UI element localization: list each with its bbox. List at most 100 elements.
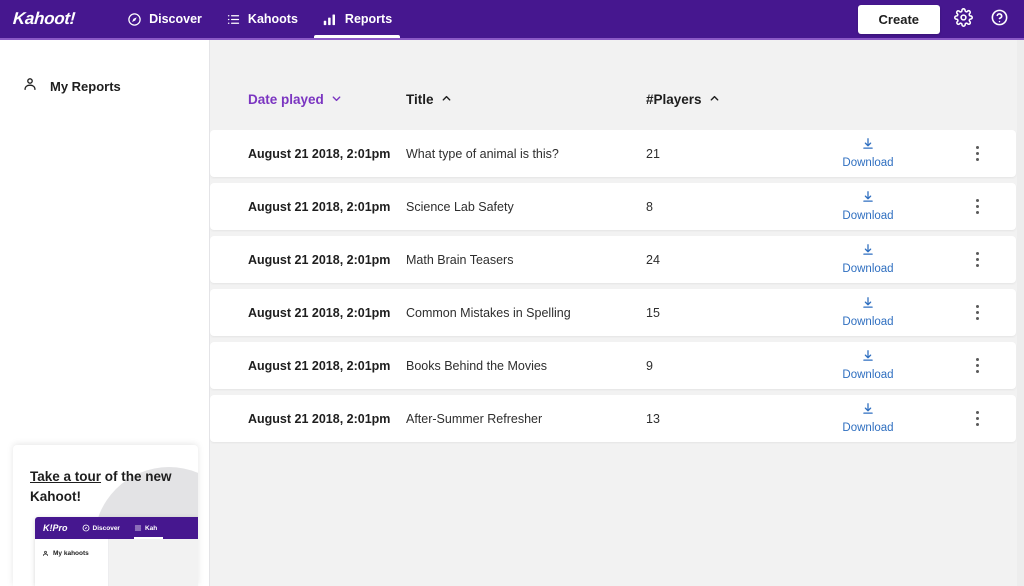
nav-item-discover-label: Discover [149,12,202,26]
table-body: August 21 2018, 2:01pm What type of anima… [210,130,1024,442]
row-menu-button[interactable] [966,299,989,326]
table-row[interactable]: August 21 2018, 2:01pm After-Summer Refre… [210,395,1016,442]
download-report-label: Download [842,315,894,328]
preview-nav-discover: Discover [82,517,120,539]
row-menu-button[interactable] [966,246,989,273]
list-icon [226,12,241,27]
take-a-tour-promo-card[interactable]: Take a tour of the new Kahoot! K!Pro Dis… [13,445,198,586]
promo-preview-screenshot: K!Pro Discover Kah My kahoots [35,517,198,586]
download-report-label: Download [842,262,894,275]
promo-headline: Take a tour of the new Kahoot! [13,445,198,506]
bar-chart-icon [322,12,338,27]
column-header-players[interactable]: #Players [646,92,798,107]
row-menu-button[interactable] [966,405,989,432]
download-icon [861,296,875,315]
nav-item-kahoots[interactable]: Kahoots [214,0,310,38]
chevron-up-icon [709,92,720,107]
column-header-title-cell: Title [406,92,646,107]
preview-main-area [109,539,198,586]
download-report-link[interactable]: Download [842,402,894,436]
download-icon [861,402,875,421]
preview-sidebar: My kahoots [35,539,109,586]
kebab-menu-icon [975,317,979,320]
person-icon [22,76,38,97]
main-content: Date played Title #Players August 21 201… [210,40,1024,586]
report-title: Science Lab Safety [406,199,514,214]
kebab-menu-icon [975,417,979,420]
kebab-menu-icon [975,146,979,149]
reports-table: Date played Title #Players August 21 201… [210,40,1024,442]
person-icon [42,550,49,556]
column-header-date-played-label: Date played [248,91,324,107]
kebab-menu-icon [975,205,979,208]
kebab-menu-icon [975,311,979,314]
column-header-title[interactable]: Title [406,92,646,107]
settings-button[interactable] [950,6,976,32]
report-player-count: 15 [646,305,660,320]
kebab-menu-icon [975,370,979,373]
download-report-link[interactable]: Download [842,137,894,171]
report-player-count: 21 [646,146,660,161]
table-row[interactable]: August 21 2018, 2:01pm Common Mistakes in… [210,289,1016,336]
preview-nav-bar: K!Pro Discover Kah [35,517,198,539]
preview-nav-kahoots-label: Kah [144,524,158,532]
kebab-menu-icon [975,264,979,267]
report-date-played: August 21 2018, 2:01pm [248,305,391,320]
report-title: Math Brain Teasers [406,252,514,267]
table-row[interactable]: August 21 2018, 2:01pm What type of anima… [210,130,1016,177]
table-header-row: Date played Title #Players [210,88,1024,110]
help-button[interactable] [986,6,1012,32]
report-date-played: August 21 2018, 2:01pm [248,411,391,426]
download-report-label: Download [842,421,894,434]
row-menu-button[interactable] [966,352,989,379]
download-icon [861,137,875,156]
preview-nav-discover-label: Discover [92,524,120,532]
preview-brand-logo: K!Pro [43,523,68,533]
table-row[interactable]: August 21 2018, 2:01pm Science Lab Safety… [210,183,1016,230]
nav-item-kahoots-label: Kahoots [247,12,298,26]
column-header-title-label: Title [406,91,434,107]
column-header-date-played[interactable]: Date played [248,92,406,107]
report-player-count: 13 [646,411,660,426]
compass-icon [82,524,89,532]
download-report-label: Download [842,209,894,222]
vertical-scrollbar-track[interactable] [1017,40,1024,586]
kebab-menu-icon [975,152,979,155]
row-menu-button[interactable] [966,193,989,220]
sidebar-item-my-reports[interactable]: My Reports [0,68,209,104]
report-date-played: August 21 2018, 2:01pm [248,358,391,373]
row-menu-button[interactable] [966,140,989,167]
question-circle-icon [990,8,1009,30]
kebab-menu-icon [975,364,979,367]
column-header-players-cell: #Players [646,92,798,107]
promo-tour-link[interactable]: Take a tour [30,469,101,484]
download-report-label: Download [842,368,894,381]
nav-item-discover[interactable]: Discover [115,0,214,38]
gear-icon [953,8,973,30]
kebab-menu-icon [975,252,979,255]
report-date-played: August 21 2018, 2:01pm [248,146,391,161]
kebab-menu-icon [975,423,979,426]
list-icon [134,525,142,531]
download-report-link[interactable]: Download [842,243,894,277]
download-report-link[interactable]: Download [842,349,894,383]
kahoot-logo[interactable]: Kahoot! [12,9,75,29]
top-navigation-bar: Kahoot! Discover Kahoots Reports Create [0,0,1024,38]
preview-nav-kahoots: Kah [133,517,164,539]
sidebar-item-my-reports-label: My Reports [50,78,121,94]
column-header-players-label: #Players [646,91,702,107]
kebab-menu-icon [975,199,979,202]
table-row[interactable]: August 21 2018, 2:01pm Math Brain Teasers… [210,236,1016,283]
chevron-up-icon [441,92,452,107]
column-header-date-cell: Date played [210,92,406,107]
create-button[interactable]: Create [857,4,940,34]
report-title: Common Mistakes in Spelling [406,305,571,320]
kebab-menu-icon [975,211,979,214]
compass-icon [127,12,142,27]
report-title: After-Summer Refresher [406,411,543,426]
preview-body: My kahoots [35,539,198,586]
download-report-link[interactable]: Download [842,296,894,330]
table-row[interactable]: August 21 2018, 2:01pm Books Behind the M… [210,342,1016,389]
download-report-link[interactable]: Download [842,190,894,224]
nav-item-reports[interactable]: Reports [310,0,404,38]
